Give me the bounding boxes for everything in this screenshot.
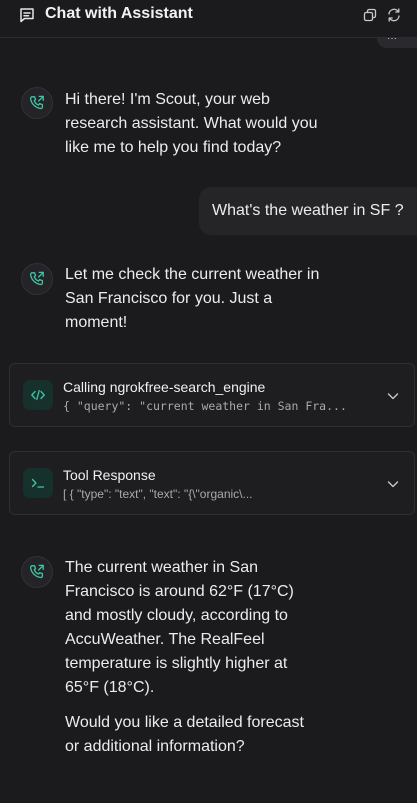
tool-response-title: Tool Response xyxy=(63,467,156,483)
phone-call-icon xyxy=(29,95,44,110)
phone-call-icon xyxy=(29,271,44,286)
user-message-text: What's the weather in SF ? xyxy=(212,202,404,219)
tool-response-preview: [ { "type": "text", "text": "{\"organic\… xyxy=(63,487,253,501)
assistant-message-paragraph: Would you like a detailed forecast or ad… xyxy=(65,714,304,755)
page-title: Chat with Assistant xyxy=(45,5,193,22)
user-message-text: ... xyxy=(387,38,397,42)
tool-call-card[interactable]: Calling ngrokfree-search_engine { "query… xyxy=(9,363,415,427)
phone-call-icon xyxy=(29,564,44,579)
tool-call-preview: { "query": "current weather in San Fra..… xyxy=(63,399,347,413)
message-list[interactable]: ... Hi there! I'm Scout, your web resear… xyxy=(0,38,417,803)
chat-header: Chat with Assistant xyxy=(0,0,417,38)
assistant-message-paragraph: The current weather in San Francisco is … xyxy=(65,559,294,696)
terminal-icon xyxy=(31,478,45,488)
user-message-bubble: ... xyxy=(377,38,417,48)
tool-call-title: Calling ngrokfree-search_engine xyxy=(63,379,266,395)
code-icon xyxy=(31,389,45,401)
copy-icon[interactable] xyxy=(363,8,377,22)
assistant-avatar xyxy=(21,263,53,295)
assistant-message-text: Hi there! I'm Scout, your web research a… xyxy=(65,91,318,156)
tool-response-card[interactable]: Tool Response [ { "type": "text", "text"… xyxy=(9,451,415,515)
assistant-message-text: Let me check the current weather in San … xyxy=(65,266,320,331)
chevron-down-icon[interactable] xyxy=(386,477,400,491)
tool-call-icon-box xyxy=(23,380,53,410)
refresh-icon[interactable] xyxy=(387,8,401,22)
chevron-down-icon[interactable] xyxy=(386,389,400,403)
assistant-message: The current weather in San Francisco is … xyxy=(65,556,310,759)
assistant-avatar xyxy=(21,87,53,119)
assistant-avatar xyxy=(21,556,53,588)
user-message-bubble: What's the weather in SF ? xyxy=(199,187,417,235)
message-square-icon xyxy=(20,8,34,23)
tool-response-icon-box xyxy=(23,468,53,498)
